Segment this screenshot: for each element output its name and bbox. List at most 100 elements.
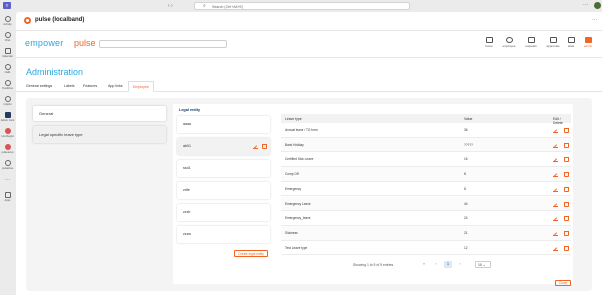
rail-item-activity[interactable]: Activity <box>0 14 15 30</box>
edit-icon[interactable] <box>553 216 558 222</box>
back-forward-icon[interactable]: ‹ › <box>168 3 173 9</box>
table-row: Comp Off 8 <box>281 167 571 182</box>
app-icon <box>4 128 11 134</box>
table-row: Annual leave / TO form 36 <box>281 123 571 138</box>
edit-icon[interactable] <box>553 157 558 163</box>
column-header-leave-type[interactable]: Leave type <box>285 117 302 121</box>
rail-item-pulseloca[interactable]: pulseloca <box>0 158 15 174</box>
delete-icon[interactable] <box>564 201 569 207</box>
pagination-info: Showing 1 to 9 of 9 entries <box>353 263 394 267</box>
column-header-value[interactable]: Value <box>464 117 472 121</box>
inbox-icon <box>527 37 535 43</box>
pulse-logo-icon <box>24 17 31 24</box>
brand-logo-empower: empower <box>25 38 64 48</box>
teams-logo-icon[interactable]: T <box>3 2 11 9</box>
edit-icon[interactable] <box>553 143 558 148</box>
avatar[interactable] <box>594 2 601 9</box>
person-icon <box>505 37 513 43</box>
legal-entity-item[interactable]: ab01 <box>177 138 270 155</box>
table-row: Emergency 8 <box>281 182 571 197</box>
phone-icon <box>4 64 11 70</box>
apps-icon <box>4 192 11 198</box>
edit-icon[interactable] <box>553 202 558 207</box>
delete-icon[interactable] <box>262 144 267 149</box>
menu-legal-specific-leave-type[interactable]: Legal specific leave type <box>33 126 166 143</box>
first-page-icon[interactable]: « <box>420 261 428 268</box>
table-row: Certified Sick Leave 16 <box>281 152 571 168</box>
legal-entity-item[interactable]: zzzw <box>177 226 270 243</box>
legal-entity-item[interactable]: ssd1 <box>177 160 270 177</box>
table-row: Emergency_leave 24 <box>281 211 571 226</box>
calendar-icon <box>4 48 11 54</box>
app-icon <box>4 144 11 150</box>
rail-item-calendar[interactable]: Calendar <box>0 46 15 62</box>
nav-admin[interactable]: admin <box>577 33 599 57</box>
legal-entity-item[interactable]: zzzb <box>177 204 270 221</box>
pagination: Showing 1 to 9 of 9 entries « ‹ 1 › » 10… <box>281 259 571 271</box>
search-icon: ⌕ <box>203 3 206 9</box>
tab-features[interactable]: Features <box>83 84 97 88</box>
legal-entity-item[interactable]: zdfe <box>177 182 270 199</box>
app-container: pulse (localband) ⌄ ··· empower pulse ho… <box>16 12 602 295</box>
more-options-icon[interactable]: ··· <box>583 2 588 8</box>
teams-search-input[interactable]: ⌕ Search (Ctrl+Alt+E) <box>194 2 410 10</box>
tab-labels[interactable]: Labels <box>64 84 75 88</box>
tab-general-settings[interactable]: General settings <box>26 84 52 88</box>
table-header: Leave type Value Edit / Delete <box>281 114 571 125</box>
edit-icon[interactable] <box>553 187 558 192</box>
chat-icon <box>4 32 11 38</box>
more-options-icon[interactable]: ··· <box>592 17 597 23</box>
legal-entity-item[interactable]: aaaa <box>177 116 270 133</box>
edit-icon[interactable] <box>553 172 558 178</box>
rail-item-apps[interactable]: Apps <box>0 190 15 206</box>
home-icon <box>485 37 493 43</box>
tools-icon <box>584 37 592 43</box>
nav-employee[interactable]: employee <box>498 33 520 57</box>
edit-icon[interactable] <box>553 231 558 236</box>
chevron-down-icon[interactable]: ⌄ <box>79 17 83 23</box>
delete-icon[interactable] <box>564 157 569 163</box>
delete-icon[interactable] <box>564 142 569 148</box>
app-search-input[interactable] <box>99 40 227 48</box>
nav-home[interactable]: home <box>478 33 500 57</box>
edit-icon[interactable] <box>253 144 258 149</box>
rail-item-chat[interactable]: Chat <box>0 30 15 46</box>
menu-general[interactable]: General <box>33 106 166 121</box>
tab-app-links[interactable]: App links <box>108 84 123 88</box>
legal-entity-panel: Legal entity aaaa ab01 ssd1 zdfe zzzb zz… <box>173 104 573 286</box>
page-number[interactable]: 1 <box>444 261 452 268</box>
delete-icon[interactable] <box>564 245 569 251</box>
edit-icon[interactable] <box>553 246 558 251</box>
teams-left-rail: Activity Chat Calendar Calls OneDrive Co… <box>0 12 15 295</box>
rail-item-calls[interactable]: Calls <box>0 62 15 78</box>
delete-icon[interactable] <box>564 230 569 236</box>
rail-item-onedrive[interactable]: OneDrive <box>0 78 15 94</box>
close-button[interactable]: Close <box>555 280 571 286</box>
brand-logo-pulse: pulse <box>74 38 96 48</box>
next-page-icon[interactable]: › <box>456 261 464 268</box>
bell-icon <box>4 16 11 22</box>
brand-bar: empower pulse home employee requests app… <box>16 30 602 58</box>
page-size-select[interactable]: 10 ⌄ <box>475 261 491 268</box>
delete-icon[interactable] <box>564 128 569 133</box>
prev-page-icon[interactable]: ‹ <box>432 261 440 268</box>
more-icon: ··· <box>5 177 10 183</box>
rail-item-pulsetemp[interactable]: pulsetemp <box>0 142 15 158</box>
legal-entity-title: Legal entity <box>179 108 201 112</box>
tab-employee[interactable]: Employee <box>128 81 154 92</box>
rail-item-lite[interactable]: Lite Regist <box>0 126 15 142</box>
create-legal-entity-button[interactable]: Create legal entity <box>234 250 268 257</box>
rail-item-copilot[interactable]: Copilot <box>0 94 15 110</box>
rail-item-admin[interactable]: Admin Cent <box>0 110 15 126</box>
nav-requests[interactable]: requests <box>520 33 542 57</box>
chevron-down-icon: ⌄ <box>482 263 486 267</box>
delete-icon[interactable] <box>564 172 569 178</box>
copilot-icon <box>4 96 11 102</box>
app-icon <box>4 160 11 166</box>
chart-icon <box>567 37 575 43</box>
edit-icon[interactable] <box>553 128 558 133</box>
delete-icon[interactable] <box>564 216 569 222</box>
delete-icon[interactable] <box>564 186 569 192</box>
app-title[interactable]: pulse (localband) <box>35 17 84 23</box>
content-panel: General Legal specific leave type Legal … <box>26 98 592 291</box>
